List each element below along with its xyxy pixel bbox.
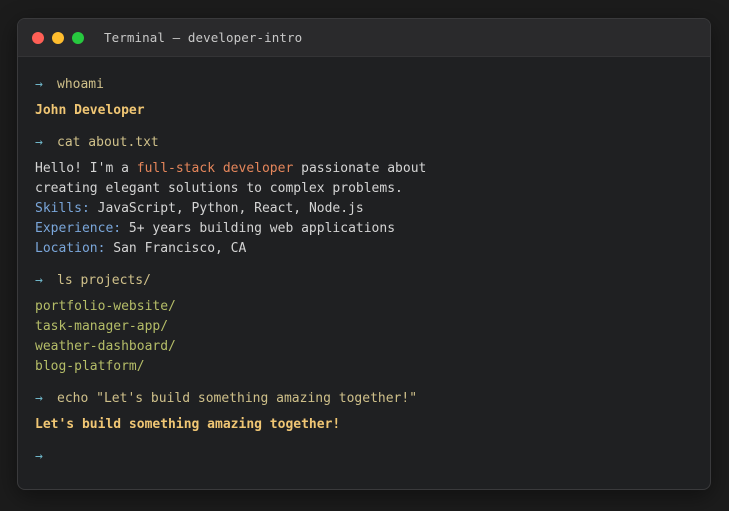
about-block: → cat about.txt Hello! I'm a full-stack … [35, 133, 693, 259]
command-text: cat about.txt [57, 135, 159, 150]
prompt-arrow-icon: → [35, 449, 43, 464]
intro-highlight: full-stack developer [136, 161, 294, 176]
location-label: Location: [35, 241, 106, 256]
project-dir-item: weather-dashboard/ [35, 339, 176, 354]
echo-output: Let's build something amazing together! [35, 417, 341, 432]
prompt-line: → echo "Let's build something amazing to… [35, 389, 693, 409]
title-bar: Terminal — developer-intro [18, 19, 710, 57]
whoami-output: John Developer [35, 103, 145, 118]
project-dir-item: task-manager-app/ [35, 319, 169, 334]
intro-suffix: passionate about [293, 161, 427, 176]
command-text: ls projects/ [57, 273, 151, 288]
about-intro-line: Hello! I'm a full-stack developer passio… [35, 159, 693, 179]
location-value: San Francisco, CA [105, 241, 247, 256]
terminal-output[interactable]: → whoami John Developer → cat about.txt … [18, 57, 710, 467]
prompt-arrow-icon: → [35, 391, 43, 406]
whoami-block: → whoami John Developer [35, 75, 693, 121]
location-line: Location: San Francisco, CA [35, 239, 693, 259]
terminal-window: Terminal — developer-intro → whoami John… [17, 18, 711, 490]
window-controls [32, 31, 84, 44]
projects-block: → ls projects/ portfolio-website/ task-m… [35, 271, 693, 377]
prompt-line: → ls projects/ [35, 271, 693, 291]
about-intro-line-2: creating elegant solutions to complex pr… [35, 181, 403, 196]
maximize-button[interactable] [72, 31, 84, 44]
skills-label: Skills: [35, 201, 90, 216]
skills-value: JavaScript, Python, React, Node.js [89, 201, 364, 216]
command-text: echo "Let's build something amazing toge… [57, 391, 418, 406]
command-text: whoami [57, 77, 104, 92]
project-dir-item: blog-platform/ [35, 359, 145, 374]
close-button[interactable] [32, 31, 44, 44]
active-prompt-line[interactable]: → [35, 447, 693, 467]
project-dir-item: portfolio-website/ [35, 299, 176, 314]
prompt-arrow-icon: → [35, 273, 43, 288]
intro-prefix: Hello! I'm a [35, 161, 137, 176]
minimize-button[interactable] [52, 31, 64, 44]
window-title: Terminal — developer-intro [104, 30, 303, 45]
experience-line: Experience: 5+ years building web applic… [35, 219, 693, 239]
prompt-arrow-icon: → [35, 77, 43, 92]
prompt-line: → whoami [35, 75, 693, 95]
prompt-line: → cat about.txt [35, 133, 693, 153]
skills-line: Skills: JavaScript, Python, React, Node.… [35, 199, 693, 219]
echo-block: → echo "Let's build something amazing to… [35, 389, 693, 435]
experience-value: 5+ years building web applications [121, 221, 396, 236]
prompt-arrow-icon: → [35, 135, 43, 150]
experience-label: Experience: [35, 221, 122, 236]
